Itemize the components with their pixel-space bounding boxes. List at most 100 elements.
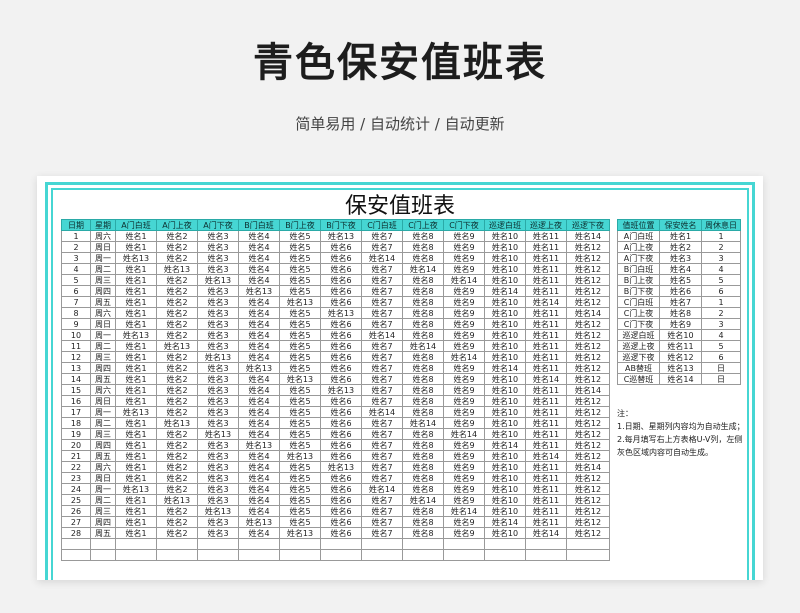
table-cell[interactable]: 姓名6	[320, 362, 362, 374]
table-cell[interactable]: 姓名11	[525, 252, 567, 264]
table-cell[interactable]: 姓名1	[115, 428, 157, 440]
table-cell[interactable]: 1	[61, 230, 91, 242]
table-cell[interactable]: 姓名13	[197, 428, 239, 440]
table-cell[interactable]: 姓名5	[279, 384, 321, 396]
table-cell[interactable]: 姓名11	[525, 417, 567, 429]
table-cell[interactable]: 姓名1	[115, 439, 157, 451]
table-cell[interactable]: 姓名8	[402, 527, 444, 539]
table-cell[interactable]: 姓名6	[320, 417, 362, 429]
table-cell[interactable]	[402, 538, 444, 550]
table-cell[interactable]: 姓名2	[156, 428, 198, 440]
table-cell[interactable]: 姓名3	[197, 483, 239, 495]
table-cell[interactable]: 12	[61, 351, 91, 363]
table-cell[interactable]: 周六	[90, 384, 116, 396]
table-cell[interactable]: 姓名3	[197, 340, 239, 352]
table-cell[interactable]: 姓名5	[279, 307, 321, 319]
table-cell[interactable]: 2	[701, 307, 741, 319]
table-cell[interactable]: 姓名14	[659, 373, 702, 385]
table-cell[interactable]: C门下夜	[617, 318, 660, 330]
table-cell[interactable]: 姓名7	[361, 494, 403, 506]
table-cell[interactable]: 姓名5	[659, 274, 702, 286]
table-cell[interactable]: 姓名1	[115, 274, 157, 286]
table-cell[interactable]: 姓名10	[484, 406, 526, 418]
table-cell[interactable]: 姓名11	[525, 472, 567, 484]
table-cell[interactable]: 姓名9	[659, 318, 702, 330]
table-cell[interactable]: 姓名5	[279, 406, 321, 418]
table-cell[interactable]: 姓名9	[443, 340, 485, 352]
table-cell[interactable]: 姓名4	[238, 252, 280, 264]
table-cell[interactable]: 姓名3	[197, 241, 239, 253]
table-cell[interactable]: 6	[701, 351, 741, 363]
table-cell[interactable]: 姓名2	[156, 439, 198, 451]
table-cell[interactable]: 姓名13	[279, 527, 321, 539]
table-cell[interactable]: 3	[701, 318, 741, 330]
table-cell[interactable]: 姓名3	[197, 406, 239, 418]
table-cell[interactable]: 周二	[90, 494, 116, 506]
table-cell[interactable]: 巡逻上夜	[617, 340, 660, 352]
table-cell[interactable]: 姓名12	[566, 483, 610, 495]
table-cell[interactable]: 姓名1	[115, 450, 157, 462]
table-cell[interactable]: 姓名8	[402, 516, 444, 528]
table-cell[interactable]: 姓名11	[525, 241, 567, 253]
table-cell[interactable]: 周五	[90, 527, 116, 539]
table-cell[interactable]: 姓名6	[320, 450, 362, 462]
table-cell[interactable]: 姓名13	[156, 263, 198, 275]
table-cell[interactable]: 姓名5	[279, 395, 321, 407]
table-cell[interactable]: 姓名11	[525, 505, 567, 517]
table-cell[interactable]	[525, 549, 567, 561]
table-cell[interactable]: 2	[701, 241, 741, 253]
table-cell[interactable]: 姓名12	[566, 428, 610, 440]
table-cell[interactable]: 姓名5	[279, 417, 321, 429]
table-cell[interactable]: 8	[61, 307, 91, 319]
table-cell[interactable]: 姓名1	[115, 384, 157, 396]
table-cell[interactable]: 姓名10	[484, 307, 526, 319]
table-cell[interactable]: 姓名4	[238, 483, 280, 495]
table-cell[interactable]: 姓名10	[484, 340, 526, 352]
table-cell[interactable]: 姓名3	[197, 417, 239, 429]
table-cell[interactable]: 姓名14	[566, 307, 610, 319]
table-cell[interactable]: 22	[61, 461, 91, 473]
table-cell[interactable]: 姓名14	[484, 516, 526, 528]
table-cell[interactable]: 姓名9	[443, 472, 485, 484]
table-cell[interactable]: 姓名8	[402, 395, 444, 407]
table-cell[interactable]: 姓名1	[115, 351, 157, 363]
table-cell[interactable]: 姓名11	[659, 340, 702, 352]
table-cell[interactable]: 姓名11	[525, 384, 567, 396]
table-cell[interactable]: 姓名10	[484, 461, 526, 473]
table-cell[interactable]: 姓名9	[443, 252, 485, 264]
table-cell[interactable]: 姓名3	[197, 285, 239, 297]
table-cell[interactable]: 姓名6	[320, 329, 362, 341]
table-cell[interactable]: 姓名6	[320, 395, 362, 407]
table-cell[interactable]: 姓名3	[197, 527, 239, 539]
table-cell[interactable]: 18	[61, 417, 91, 429]
table-cell[interactable]: 姓名2	[156, 483, 198, 495]
table-cell[interactable]: 周一	[90, 483, 116, 495]
table-cell[interactable]: 姓名6	[320, 406, 362, 418]
table-cell[interactable]: 姓名1	[115, 505, 157, 517]
table-cell[interactable]: 姓名14	[566, 384, 610, 396]
table-cell[interactable]: 姓名8	[402, 428, 444, 440]
table-cell[interactable]: 姓名12	[566, 373, 610, 385]
table-cell[interactable]: 25	[61, 494, 91, 506]
table-cell[interactable]: 姓名3	[197, 329, 239, 341]
table-cell[interactable]: C门上夜	[617, 307, 660, 319]
table-cell[interactable]: 4	[701, 263, 741, 275]
table-cell[interactable]	[566, 549, 610, 561]
table-cell[interactable]: 姓名9	[443, 450, 485, 462]
table-cell[interactable]: 周五	[90, 450, 116, 462]
table-cell[interactable]: 周五	[90, 373, 116, 385]
table-cell[interactable]: 姓名4	[238, 450, 280, 462]
table-cell[interactable]: 姓名11	[525, 340, 567, 352]
table-cell[interactable]: 姓名2	[156, 285, 198, 297]
table-cell[interactable]: 周日	[90, 472, 116, 484]
table-cell[interactable]: 姓名3	[659, 252, 702, 264]
table-cell[interactable]: 姓名1	[115, 527, 157, 539]
table-cell[interactable]: 姓名7	[659, 296, 702, 308]
table-cell[interactable]: B门白班	[617, 263, 660, 275]
table-cell[interactable]: 姓名12	[566, 296, 610, 308]
table-cell[interactable]: 姓名11	[525, 494, 567, 506]
table-cell[interactable]: 周二	[90, 340, 116, 352]
table-cell[interactable]: C巡替班	[617, 373, 660, 385]
table-cell[interactable]: AB替班	[617, 362, 660, 374]
table-cell[interactable]: 姓名12	[566, 450, 610, 462]
